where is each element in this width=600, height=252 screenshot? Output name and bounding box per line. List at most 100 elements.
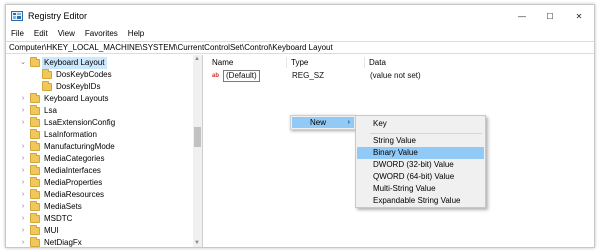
folder-icon [30,117,40,127]
folder-icon [30,93,40,103]
tree-item-label: MSDTC [44,214,73,223]
context-menu-new-label: New [310,118,327,127]
menu-help[interactable]: Help [123,27,149,40]
chevron-right-icon[interactable]: › [20,117,26,129]
menu-separator [370,133,482,134]
chevron-down-icon[interactable]: ⌄ [20,57,26,69]
tree-item-doskeybcodes[interactable]: DosKeybCodes [6,69,191,81]
chevron-right-icon[interactable]: › [20,225,26,237]
folder-icon [30,213,40,223]
tree-item-netdiagfx[interactable]: › NetDiagFx [6,237,191,247]
context-menu: New › [290,115,356,130]
close-button[interactable]: ✕ [566,8,592,24]
tree-item-lsa[interactable]: › Lsa [6,105,191,117]
tree-item-label: LsaExtensionConfig [44,118,116,127]
folder-icon [42,81,52,91]
value-type: REG_SZ [292,71,325,80]
scrollbar-thumb[interactable] [194,127,201,147]
tree-item-label: DosKeybIDs [56,82,101,91]
folder-icon [30,237,40,247]
address-bar[interactable]: Computer\HKEY_LOCAL_MACHINE\SYSTEM\Curre… [6,41,594,54]
tree-item-keyboard-layout[interactable]: ⌄ Keyboard Layout [6,57,191,69]
string-value-icon: ab [212,73,220,79]
tree-item-label: DosKeybCodes [56,70,112,79]
tree-item-label: MediaCategories [44,154,105,163]
folder-open-icon [30,57,40,67]
maximize-button[interactable]: ☐ [537,8,563,24]
tree-item-label: Keyboard Layouts [44,94,109,103]
chevron-right-icon: › [347,119,350,126]
new-submenu: Key String Value Binary Value DWORD (32-… [355,115,486,208]
chevron-right-icon[interactable]: › [20,189,26,201]
tree-item-label: NetDiagFx [44,238,82,247]
column-separator[interactable] [364,57,365,68]
tree-item-manufacturingmode[interactable]: › ManufacturingMode [6,141,191,153]
tree-item-mediaresources[interactable]: › MediaResources [6,189,191,201]
tree-item-label: Lsa [44,106,57,115]
tree-item-mediaproperties[interactable]: › MediaProperties [6,177,191,189]
title-bar[interactable]: Registry Editor — ☐ ✕ [6,5,594,27]
column-header-name[interactable]: Name [212,58,233,67]
submenu-item-expandable-string-value[interactable]: Expandable String Value [357,195,484,207]
tree-item-mediainterfaces[interactable]: › MediaInterfaces [6,165,191,177]
folder-icon [42,69,52,79]
column-header-data[interactable]: Data [369,58,386,67]
window-title: Registry Editor [28,11,88,21]
tree-item-label: MediaResources [44,190,105,199]
tree-item-label: MediaInterfaces [44,166,101,175]
value-row-default[interactable]: ab (Default) REG_SZ (value not set) [206,70,594,82]
chevron-right-icon[interactable]: › [20,165,26,177]
chevron-right-icon[interactable]: › [20,105,26,117]
menu-file[interactable]: File [6,27,29,40]
submenu-item-binary-value[interactable]: Binary Value [357,147,484,159]
chevron-right-icon[interactable]: › [20,153,26,165]
folder-icon [30,129,40,139]
menu-view[interactable]: View [53,27,80,40]
maximize-icon: ☐ [546,11,554,21]
folder-icon [30,105,40,115]
folder-icon [30,189,40,199]
tree-item-label: MUI [44,226,59,235]
tree-item-msdtc[interactable]: › MSDTC [6,213,191,225]
chevron-right-icon[interactable]: › [20,141,26,153]
minimize-button[interactable]: — [509,8,535,24]
registry-editor-app-icon [11,11,23,21]
submenu-item-qword-value[interactable]: QWORD (64-bit) Value [357,171,484,183]
column-header-type[interactable]: Type [291,58,308,67]
menu-favorites[interactable]: Favorites [80,27,123,40]
chevron-right-icon[interactable]: › [20,177,26,189]
submenu-item-key[interactable]: Key [357,118,484,130]
minimize-icon: — [518,11,526,21]
menu-bar: File Edit View Favorites Help [6,27,594,40]
folder-icon [30,141,40,151]
tree-item-label: Keyboard Layout [42,57,107,69]
scroll-down-icon[interactable]: ▼ [194,240,200,246]
chevron-right-icon[interactable]: › [20,93,26,105]
tree-item-doskeybids[interactable]: DosKeybIDs [6,81,191,93]
tree-item-lsainformation[interactable]: LsaInformation [6,129,191,141]
submenu-item-string-value[interactable]: String Value [357,135,484,147]
folder-icon [30,153,40,163]
tree-item-label: LsaInformation [44,130,97,139]
tree-item-label: MediaProperties [44,178,103,187]
tree-item-lsaextensionconfig[interactable]: › LsaExtensionConfig [6,117,191,129]
chevron-right-icon[interactable]: › [20,213,26,225]
tree-scrollbar[interactable]: ▲ ▼ [193,55,202,247]
submenu-item-multi-string-value[interactable]: Multi-String Value [357,183,484,195]
chevron-right-icon[interactable]: › [20,237,26,247]
submenu-item-dword-value[interactable]: DWORD (32-bit) Value [357,159,484,171]
tree-item-mediasets[interactable]: › MediaSets [6,201,191,213]
chevron-right-icon[interactable]: › [20,201,26,213]
tree-item-mediacategories[interactable]: › MediaCategories [6,153,191,165]
tree-item-mui[interactable]: › MUI [6,225,191,237]
folder-icon [30,165,40,175]
tree-item-keyboard-layouts[interactable]: › Keyboard Layouts [6,93,191,105]
registry-editor-window: Registry Editor — ☐ ✕ File Edit View Fav… [5,4,595,248]
registry-key-tree: ⌄ Keyboard Layout DosKeybCodes DosKeybID… [6,55,203,247]
menu-edit[interactable]: Edit [29,27,53,40]
scroll-up-icon[interactable]: ▲ [194,56,200,62]
column-separator[interactable] [286,57,287,68]
context-menu-new[interactable]: New › [292,117,354,128]
folder-icon [30,177,40,187]
folder-icon [30,201,40,211]
